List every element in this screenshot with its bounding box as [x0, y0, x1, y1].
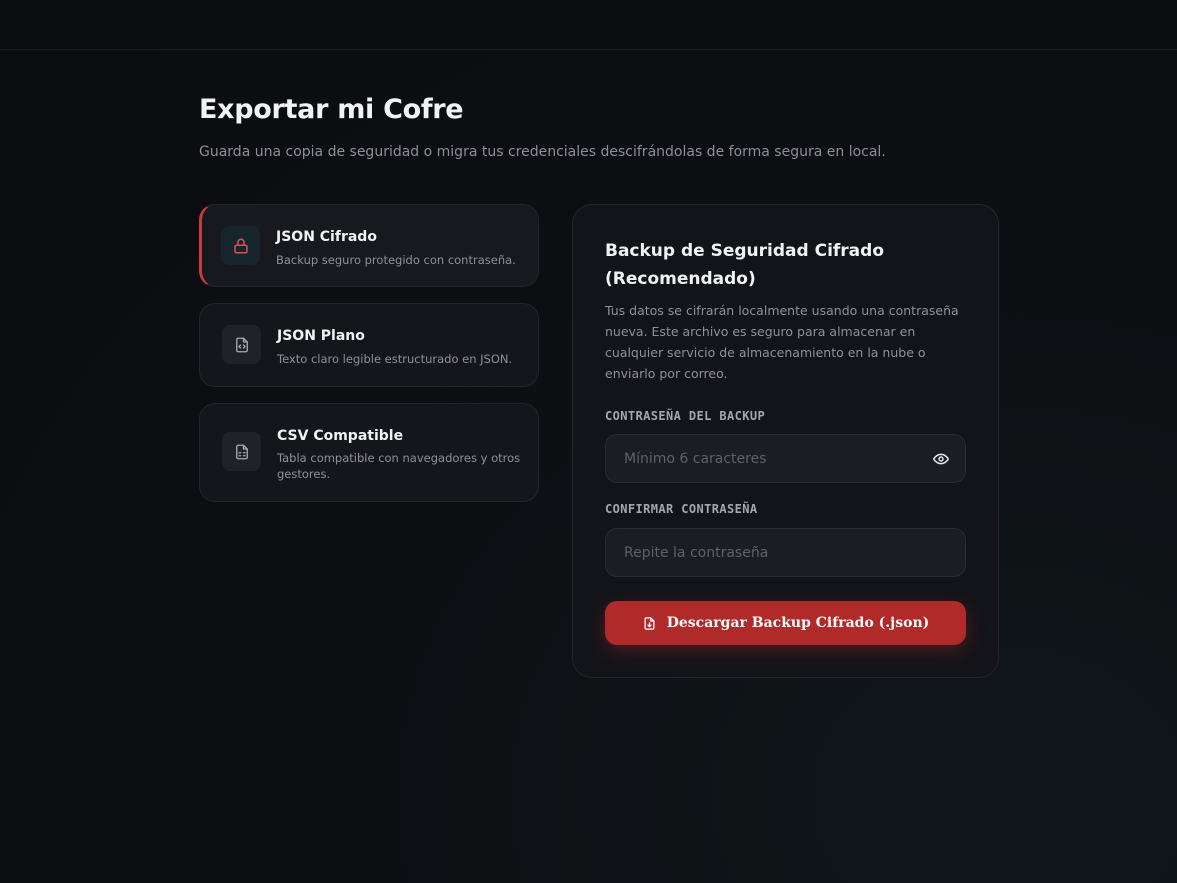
file-spreadsheet-icon [222, 432, 261, 471]
option-json-plano[interactable]: JSON Plano Texto claro legible estructur… [199, 303, 539, 387]
password-input[interactable] [606, 435, 965, 482]
page-title: Exportar mi Cofre [199, 94, 464, 125]
confirm-password-input[interactable] [606, 529, 965, 576]
download-button-label: Descargar Backup Cifrado (.json) [666, 615, 930, 631]
option-title: CSV Compatible [277, 428, 404, 444]
file-code-icon [222, 325, 261, 364]
top-bar [0, 0, 1177, 50]
download-encrypted-backup-button[interactable]: Descargar Backup Cifrado (.json) [605, 601, 966, 645]
page-subtitle: Guarda una copia de seguridad o migra tu… [199, 144, 886, 160]
option-description: Backup seguro protegido con contraseña. [276, 253, 516, 267]
confirm-password-label: CONFIRMAR CONTRASEÑA [605, 502, 758, 516]
password-field-wrapper [605, 434, 966, 483]
panel-description: Tus datos se cifrarán localmente usando … [605, 303, 959, 381]
file-download-icon [642, 616, 657, 631]
confirm-field-wrapper [605, 528, 966, 577]
option-title: JSON Cifrado [276, 229, 377, 245]
export-panel: Backup de Seguridad Cifrado (Recomendado… [572, 204, 999, 678]
panel-title: Backup de Seguridad Cifrado (Recomendado… [605, 241, 885, 289]
password-label: CONTRASEÑA DEL BACKUP [605, 409, 766, 423]
option-description: Texto claro legible estructurado en JSON… [277, 352, 513, 366]
option-description: Tabla compatible con navegadores y otros… [277, 451, 521, 481]
option-csv-compatible[interactable]: CSV Compatible Tabla compatible con nave… [199, 403, 539, 502]
eye-icon[interactable] [931, 450, 951, 468]
lock-icon [221, 226, 260, 265]
option-json-cifrado[interactable]: JSON Cifrado Backup seguro protegido con… [199, 204, 539, 287]
option-title: JSON Plano [277, 328, 365, 344]
